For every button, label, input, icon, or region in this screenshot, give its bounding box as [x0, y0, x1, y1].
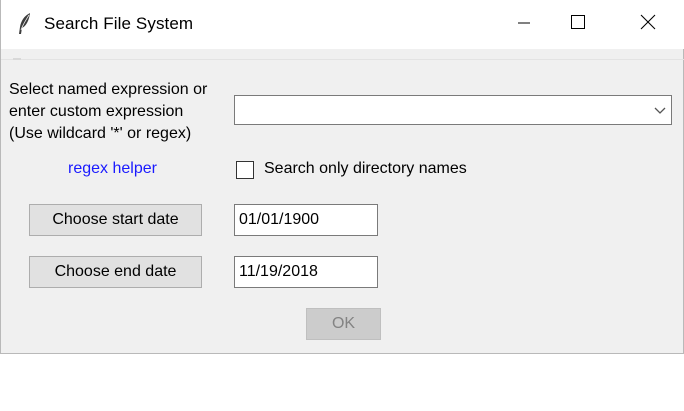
- expression-label-line: enter custom expression: [9, 103, 184, 120]
- separator-handle: [13, 58, 21, 60]
- separator: [1, 59, 684, 60]
- search-dialog: Search File System Select named expressi…: [0, 0, 684, 354]
- feather-icon: [15, 12, 35, 36]
- close-icon: [640, 14, 656, 35]
- choose-start-date-button[interactable]: Choose start date: [29, 204, 202, 236]
- expression-combobox[interactable]: [234, 95, 672, 125]
- choose-end-date-button[interactable]: Choose end date: [29, 256, 202, 288]
- minimize-button[interactable]: [501, 0, 547, 49]
- expression-label: Select named expression or enter custom …: [9, 79, 207, 145]
- regex-helper-link[interactable]: regex helper: [68, 160, 157, 178]
- expression-label-line: (Use wildcard '*' or regex): [9, 125, 192, 142]
- directory-only-checkbox[interactable]: [236, 161, 254, 179]
- minimize-icon: [518, 16, 530, 34]
- directory-only-label[interactable]: Search only directory names: [264, 160, 467, 178]
- ok-button[interactable]: OK: [306, 308, 381, 340]
- maximize-button[interactable]: [555, 0, 601, 49]
- close-button[interactable]: [625, 0, 671, 49]
- title-bar[interactable]: Search File System: [1, 0, 684, 49]
- maximize-icon: [571, 15, 585, 34]
- window-title: Search File System: [44, 14, 194, 33]
- chevron-down-icon[interactable]: [653, 103, 667, 117]
- start-date-field[interactable]: [234, 204, 378, 236]
- expression-label-line: Select named expression or: [9, 81, 208, 98]
- end-date-field[interactable]: [234, 256, 378, 288]
